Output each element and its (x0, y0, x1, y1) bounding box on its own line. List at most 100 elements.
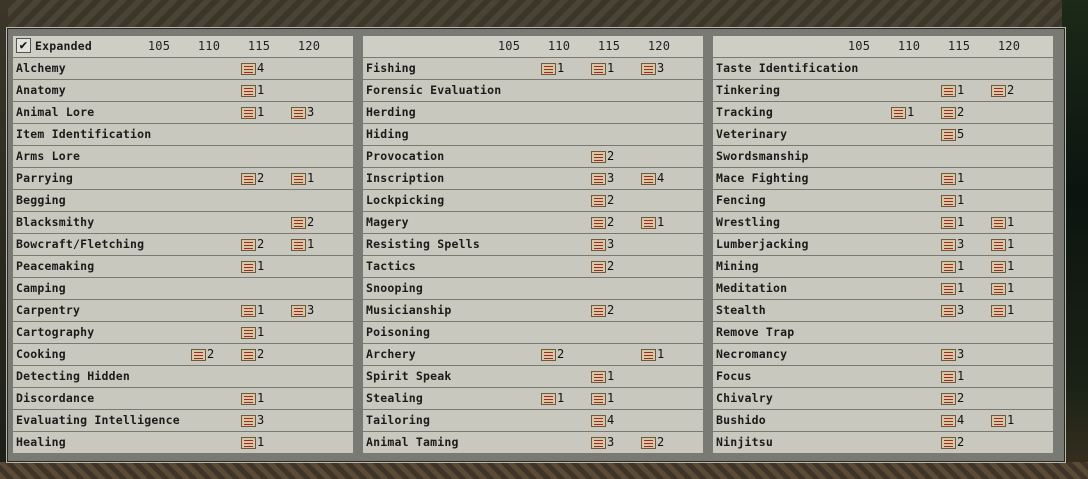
scroll-count: 2 (207, 347, 215, 361)
gain-cell-115: 1 (941, 281, 964, 296)
scroll-count: 1 (257, 391, 265, 405)
scroll-icon (241, 84, 256, 97)
scroll-count: 1 (907, 105, 915, 119)
skill-panel-1: ✔ Expanded 105 110 115 120 Alchemy 4 Anatomy 1 Ani… (13, 36, 353, 456)
scroll-icon (591, 172, 606, 185)
scroll-icon (291, 106, 306, 119)
skill-row: Peacemaking 1 (13, 256, 353, 277)
gain-cell-115: 1 (241, 105, 264, 120)
scroll-count: 3 (957, 237, 965, 251)
skill-row: Magery 2 1 (363, 212, 703, 233)
skill-name: Arms Lore (16, 149, 81, 163)
scroll-icon (991, 216, 1006, 229)
scroll-icon (941, 172, 956, 185)
skill-row: Evaluating Intelligence 3 (13, 410, 353, 431)
scroll-icon (941, 260, 956, 273)
gain-cell-120: 1 (291, 171, 314, 186)
scroll-icon (991, 260, 1006, 273)
scroll-icon (191, 348, 206, 361)
gain-cell-115: 4 (591, 413, 614, 428)
skill-row: Veterinary 5 (713, 124, 1053, 145)
scroll-icon (941, 238, 956, 251)
skill-row: Poisoning (363, 322, 703, 343)
skill-row: Ninjitsu 2 (713, 432, 1053, 453)
scroll-icon (591, 392, 606, 405)
skill-row: Begging (13, 190, 353, 211)
skill-name: Taste Identification (716, 61, 859, 75)
skill-name: Tinkering (716, 83, 781, 97)
skill-name: Necromancy (716, 347, 788, 361)
skill-row: Animal Taming 3 2 (363, 432, 703, 453)
column-header-120: 120 (297, 39, 321, 53)
skill-panel-3: 105 110 115 120 Taste Identification Tinkerin… (713, 36, 1053, 456)
scroll-icon (641, 172, 656, 185)
scroll-icon (241, 436, 256, 449)
scroll-count: 3 (607, 237, 615, 251)
scroll-icon (641, 62, 656, 75)
skill-name: Tactics (366, 259, 416, 273)
scroll-count: 1 (607, 369, 615, 383)
scroll-icon (941, 370, 956, 383)
skill-name: Tailoring (366, 413, 431, 427)
gain-cell-115: 2 (591, 193, 614, 208)
skill-row: Necromancy 3 (713, 344, 1053, 365)
scroll-count: 1 (957, 171, 965, 185)
scroll-icon (941, 304, 956, 317)
scroll-count: 1 (957, 83, 965, 97)
expanded-checkbox[interactable]: ✔ (16, 38, 31, 53)
gain-cell-115: 1 (241, 259, 264, 274)
scroll-icon (941, 106, 956, 119)
gain-cell-120: 2 (991, 83, 1014, 98)
scroll-count: 1 (257, 325, 265, 339)
skill-name: Herding (366, 105, 416, 119)
scroll-count: 2 (257, 347, 265, 361)
skill-row: Anatomy 1 (13, 80, 353, 101)
skill-row: Item Identification (13, 124, 353, 145)
skill-name: Healing (16, 435, 66, 449)
skill-row: Camping (13, 278, 353, 299)
scroll-count: 1 (1007, 215, 1015, 229)
scroll-count: 4 (957, 413, 965, 427)
scroll-count: 2 (1007, 83, 1015, 97)
gain-cell-120: 3 (641, 61, 664, 76)
skill-name: Anatomy (16, 83, 66, 97)
world-background-bottom (0, 462, 1088, 479)
scroll-count: 1 (1007, 259, 1015, 273)
skill-name: Evaluating Intelligence (16, 413, 180, 427)
gain-cell-115: 2 (591, 303, 614, 318)
scroll-count: 2 (557, 347, 565, 361)
scroll-icon (591, 304, 606, 317)
column-header-120: 120 (647, 39, 671, 53)
skill-name: Spirit Speak (366, 369, 452, 383)
skill-name: Remove Trap (716, 325, 795, 339)
gain-cell-115: 1 (241, 435, 264, 450)
skill-row: Lockpicking 2 (363, 190, 703, 211)
skill-row: Tinkering 1 2 (713, 80, 1053, 101)
gain-cell-120: 2 (291, 215, 314, 230)
scroll-count: 2 (607, 193, 615, 207)
gain-cell-115: 2 (241, 237, 264, 252)
skill-row: Hiding (363, 124, 703, 145)
scroll-count: 2 (257, 237, 265, 251)
gain-cell-115: 1 (591, 61, 614, 76)
column-header-row: 105 110 115 120 (363, 36, 703, 57)
skill-panel-2: 105 110 115 120 Fishing 1 1 3 Forensic Evaluatio… (363, 36, 703, 456)
scroll-count: 4 (607, 413, 615, 427)
scroll-icon (241, 238, 256, 251)
scroll-icon (291, 304, 306, 317)
scroll-icon (941, 414, 956, 427)
skill-name: Hiding (366, 127, 409, 141)
skill-name: Resisting Spells (366, 237, 480, 251)
skill-row: Archery 2 1 (363, 344, 703, 365)
scroll-icon (241, 260, 256, 273)
scroll-count: 3 (607, 171, 615, 185)
scroll-icon (591, 194, 606, 207)
skill-row: Carpentry 1 3 (13, 300, 353, 321)
skill-name: Bowcraft/Fletching (16, 237, 145, 251)
scroll-icon (291, 172, 306, 185)
column-header-105: 105 (497, 39, 521, 53)
skill-row: Animal Lore 1 3 (13, 102, 353, 123)
scroll-count: 2 (607, 259, 615, 273)
scroll-icon (241, 106, 256, 119)
world-background-top (0, 0, 1088, 30)
